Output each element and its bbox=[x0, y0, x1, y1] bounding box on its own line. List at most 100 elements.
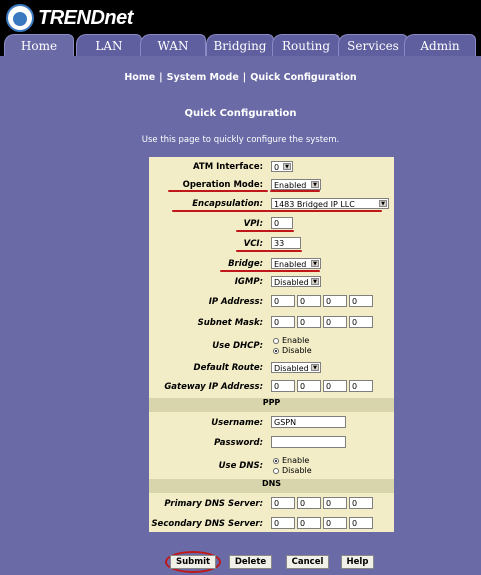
primary-dns-octet-3[interactable]: 0 bbox=[323, 497, 347, 509]
annotation-underline bbox=[220, 270, 320, 272]
dhcp-disable-radio[interactable]: Disable bbox=[273, 346, 312, 355]
breadcrumb-system-mode[interactable]: System Mode bbox=[164, 72, 242, 83]
annotation-underline bbox=[270, 190, 320, 192]
primary-dns-octet-4[interactable]: 0 bbox=[349, 497, 373, 509]
igmp-select[interactable]: Disabled ▼ bbox=[271, 276, 321, 287]
gateway-octet-3[interactable]: 0 bbox=[323, 380, 347, 392]
default-route-value: Disabled bbox=[274, 364, 309, 373]
ip-octet-1[interactable]: 0 bbox=[271, 295, 295, 307]
primary-dns-label: Primary DNS Server: bbox=[164, 499, 263, 509]
default-route-select[interactable]: Disabled ▼ bbox=[271, 362, 321, 373]
atm-interface-value: 0 bbox=[274, 163, 280, 172]
subnet-octet-4[interactable]: 0 bbox=[349, 316, 373, 328]
chevron-down-icon: ▼ bbox=[311, 364, 319, 371]
cancel-button[interactable]: Cancel bbox=[286, 555, 329, 569]
secondary-dns-label: Secondary DNS Server: bbox=[151, 519, 263, 529]
breadcrumb: Home | System Mode | Quick Configuration bbox=[0, 72, 481, 83]
chevron-down-icon: ▼ bbox=[311, 260, 319, 267]
tab-admin[interactable]: Admin bbox=[404, 34, 476, 56]
encapsulation-select[interactable]: 1483 Bridged IP LLC ▼ bbox=[271, 198, 389, 209]
secondary-dns-octet-4[interactable]: 0 bbox=[349, 517, 373, 529]
chevron-down-icon: ▼ bbox=[379, 200, 387, 207]
gateway-ip-label: Gateway IP Address: bbox=[164, 382, 263, 392]
vci-input[interactable]: 33 bbox=[271, 237, 301, 249]
chevron-down-icon: ▼ bbox=[283, 163, 291, 170]
radio-selected-icon bbox=[273, 347, 279, 354]
bridge-label: Bridge: bbox=[228, 259, 263, 269]
tab-routing[interactable]: Routing bbox=[272, 34, 340, 56]
brand-name: TRENDnet bbox=[38, 6, 133, 29]
dns-enable-label: Enable bbox=[282, 456, 310, 465]
annotation-underline bbox=[236, 230, 294, 232]
help-button[interactable]: Help bbox=[341, 555, 374, 569]
secondary-dns-octet-2[interactable]: 0 bbox=[297, 517, 321, 529]
atm-interface-label: ATM Interface: bbox=[192, 162, 263, 172]
secondary-dns-octet-1[interactable]: 0 bbox=[271, 517, 295, 529]
operation-mode-label: Operation Mode: bbox=[182, 180, 263, 190]
dhcp-disable-label: Disable bbox=[282, 346, 312, 355]
default-route-label: Default Route: bbox=[193, 363, 263, 373]
dns-disable-radio[interactable]: Disable bbox=[273, 466, 312, 475]
annotation-underline bbox=[236, 250, 302, 252]
dns-section-header: DNS bbox=[149, 479, 394, 493]
igmp-label: IGMP: bbox=[234, 277, 263, 287]
brand-logo: TRENDnet bbox=[6, 4, 133, 32]
main-tabs: Home LAN WAN Bridging Routing Services A… bbox=[0, 34, 481, 56]
dns-enable-radio[interactable]: Enable bbox=[273, 456, 309, 465]
use-dhcp-label: Use DHCP: bbox=[212, 341, 263, 351]
submit-button[interactable]: Submit bbox=[170, 555, 216, 569]
chevron-down-icon: ▼ bbox=[311, 278, 319, 285]
annotation-underline bbox=[168, 190, 268, 192]
password-label: Password: bbox=[214, 438, 263, 448]
encapsulation-value: 1483 Bridged IP LLC bbox=[274, 200, 355, 209]
atm-interface-select[interactable]: 0 ▼ bbox=[271, 161, 293, 172]
subnet-octet-3[interactable]: 0 bbox=[323, 316, 347, 328]
username-label: Username: bbox=[211, 418, 263, 428]
subnet-octet-2[interactable]: 0 bbox=[297, 316, 321, 328]
bridge-value: Enabled bbox=[274, 260, 307, 269]
annotation-underline bbox=[172, 210, 382, 212]
use-dns-label: Use DNS: bbox=[218, 461, 263, 471]
dhcp-enable-radio[interactable]: Enable bbox=[273, 336, 309, 345]
dhcp-enable-label: Enable bbox=[282, 336, 310, 345]
ip-octet-3[interactable]: 0 bbox=[323, 295, 347, 307]
radio-selected-icon bbox=[273, 457, 279, 464]
radio-icon bbox=[273, 337, 279, 344]
header-bar: TRENDnet Home LAN WAN Bridging Routing S… bbox=[0, 0, 481, 56]
encapsulation-label: Encapsulation: bbox=[192, 199, 263, 209]
ip-address-label: IP Address: bbox=[208, 297, 263, 307]
gateway-octet-4[interactable]: 0 bbox=[349, 380, 373, 392]
vpi-label: VPI: bbox=[243, 219, 263, 229]
ip-octet-4[interactable]: 0 bbox=[349, 295, 373, 307]
ppp-section-header: PPP bbox=[149, 398, 394, 412]
breadcrumb-home[interactable]: Home bbox=[121, 72, 158, 83]
gateway-octet-2[interactable]: 0 bbox=[297, 380, 321, 392]
breadcrumb-quick-config[interactable]: Quick Configuration bbox=[247, 72, 359, 83]
tab-lan[interactable]: LAN bbox=[76, 34, 142, 56]
subnet-octet-1[interactable]: 0 bbox=[271, 316, 295, 328]
gateway-octet-1[interactable]: 0 bbox=[271, 380, 295, 392]
logo-circle-icon bbox=[6, 4, 34, 32]
bridge-select[interactable]: Enabled ▼ bbox=[271, 258, 321, 269]
tab-bridging[interactable]: Bridging bbox=[206, 34, 274, 56]
primary-dns-octet-1[interactable]: 0 bbox=[271, 497, 295, 509]
ip-octet-2[interactable]: 0 bbox=[297, 295, 321, 307]
primary-dns-octet-2[interactable]: 0 bbox=[297, 497, 321, 509]
operation-mode-select[interactable]: Enabled ▼ bbox=[271, 179, 321, 190]
password-input[interactable] bbox=[271, 436, 346, 448]
username-input[interactable]: GSPN bbox=[271, 416, 346, 428]
radio-icon bbox=[273, 467, 279, 474]
subnet-mask-label: Subnet Mask: bbox=[197, 318, 263, 328]
operation-mode-value: Enabled bbox=[274, 181, 307, 190]
vpi-input[interactable]: 0 bbox=[271, 217, 293, 229]
dns-disable-label: Disable bbox=[282, 466, 312, 475]
delete-button[interactable]: Delete bbox=[229, 555, 272, 569]
tab-wan[interactable]: WAN bbox=[140, 34, 206, 56]
igmp-value: Disabled bbox=[274, 278, 309, 287]
tab-home[interactable]: Home bbox=[4, 34, 74, 56]
chevron-down-icon: ▼ bbox=[311, 181, 319, 188]
page-title: Quick Configuration bbox=[184, 108, 297, 119]
secondary-dns-octet-3[interactable]: 0 bbox=[323, 517, 347, 529]
tab-services[interactable]: Services bbox=[338, 34, 408, 56]
page-subtitle: Use this page to quickly configure the s… bbox=[141, 135, 340, 145]
